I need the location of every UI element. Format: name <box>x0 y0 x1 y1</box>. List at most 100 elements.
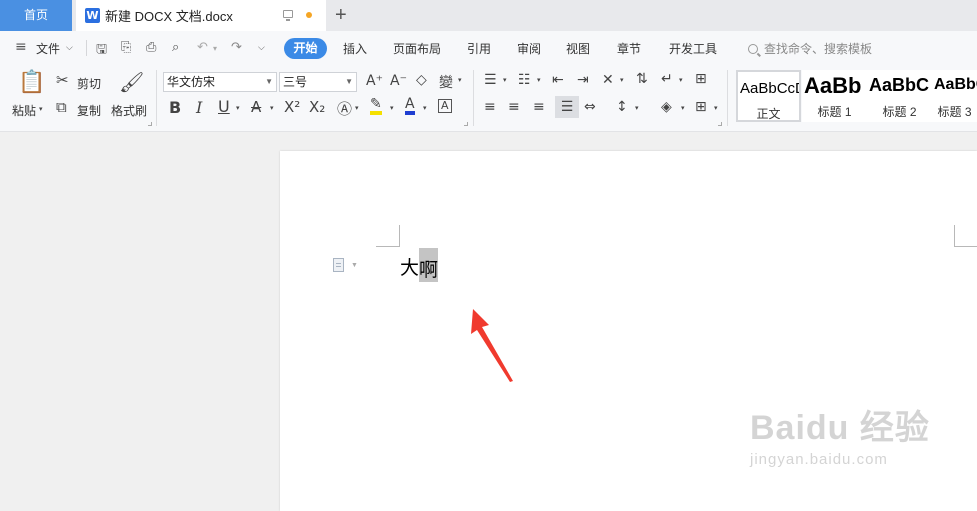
chevron-down-icon[interactable]: ▾ <box>355 104 359 112</box>
style-heading-1[interactable]: AaBb 标题 1 <box>802 70 867 122</box>
increase-indent-icon[interactable]: ⇥ <box>577 72 589 88</box>
style-heading-2[interactable]: AaBbC 标题 2 <box>867 70 932 122</box>
undo-dropdown-icon[interactable]: ▾ <box>213 44 217 53</box>
paste-button[interactable]: 粘贴 <box>12 102 36 119</box>
style-sample: AaBbC <box>934 76 977 93</box>
superscript-icon[interactable]: X² <box>284 98 300 116</box>
style-heading-3[interactable]: AaBbC 标题 3 <box>932 70 977 122</box>
style-sample: AaBbCcDd <box>740 80 799 97</box>
character-border-icon[interactable]: A <box>438 99 452 113</box>
decrease-indent-icon[interactable]: ⇤ <box>552 72 564 88</box>
strikethrough-icon[interactable]: A <box>251 98 261 116</box>
paragraph-handle-icon[interactable] <box>333 258 344 272</box>
phonetic-guide-icon[interactable]: 變 <box>439 72 453 92</box>
chevron-down-icon[interactable]: ▾ <box>537 76 541 84</box>
monitor-icon[interactable] <box>283 10 293 21</box>
tab-review[interactable]: 审阅 <box>517 40 541 57</box>
print-preview-icon[interactable]: ⌕ <box>172 40 179 55</box>
chevron-down-icon[interactable]: ▾ <box>714 104 718 112</box>
unsaved-dot-icon <box>306 12 312 18</box>
text-effects-icon[interactable]: Ⓐ <box>337 98 352 119</box>
tab-document[interactable]: W 新建 DOCX 文档.docx <box>76 0 326 31</box>
file-menu[interactable]: 文件 <box>36 40 60 57</box>
justify-icon[interactable]: ☰ <box>555 96 579 118</box>
bold-icon[interactable]: B <box>169 98 181 117</box>
font-name-select[interactable]: 华文仿宋 ▼ <box>163 72 277 92</box>
clipboard-expand-icon[interactable] <box>148 122 152 126</box>
document-body[interactable]: 大啊 <box>400 248 439 282</box>
align-left-icon[interactable]: ≡ <box>484 99 496 115</box>
shading-icon[interactable]: ◈ <box>661 99 672 115</box>
chevron-down-icon[interactable]: ▾ <box>679 76 683 84</box>
chevron-down-icon[interactable]: ▼ <box>351 262 358 269</box>
line-spacing-icon[interactable]: ↕ <box>616 99 628 115</box>
style-gallery: AaBbCcDd 正文 AaBb 标题 1 AaBbC 标题 2 AaBbC 标… <box>736 70 977 122</box>
chinese-layout-icon[interactable]: ✕ <box>602 72 614 88</box>
chevron-down-icon[interactable]: ▾ <box>270 104 274 112</box>
chevron-down-icon[interactable]: ▾ <box>390 104 394 112</box>
style-label: 标题 1 <box>817 105 852 119</box>
style-label: 标题 2 <box>882 105 917 119</box>
chevron-down-icon[interactable]: ▾ <box>635 104 639 112</box>
borders-icon[interactable]: ⊞ <box>695 99 707 115</box>
highlight-icon[interactable]: ✎ <box>370 97 382 115</box>
chevron-down-icon[interactable]: ▾ <box>681 104 685 112</box>
export-pdf-icon[interactable]: ⎘ <box>121 40 131 55</box>
shrink-font-icon[interactable]: A⁻ <box>390 73 407 89</box>
wps-writer-icon: W <box>85 8 100 23</box>
paragraph-expand-icon[interactable] <box>718 122 722 126</box>
chevron-down-icon[interactable]: ▾ <box>503 76 507 84</box>
bullet-list-icon[interactable]: ☰ <box>484 72 497 88</box>
tab-home[interactable]: 首页 <box>0 0 72 31</box>
table-grid-icon[interactable]: ⊞ <box>695 71 707 87</box>
cut-button[interactable]: 剪切 <box>77 75 101 92</box>
customize-toolbar-icon[interactable]: ⌵ <box>258 43 265 53</box>
undo-icon[interactable]: ↶ <box>197 40 208 55</box>
scissors-icon[interactable]: ✂ <box>56 71 69 89</box>
font-color-icon[interactable]: A <box>405 97 415 115</box>
menu-divider <box>86 40 87 56</box>
tab-developer[interactable]: 开发工具 <box>669 40 717 57</box>
sort-icon[interactable]: ⇅ <box>636 71 648 87</box>
hamburger-menu-icon[interactable]: ≡ <box>15 39 27 55</box>
tab-sections[interactable]: 章节 <box>617 40 641 57</box>
copy-button[interactable]: 复制 <box>77 102 101 119</box>
font-expand-icon[interactable] <box>464 122 468 126</box>
subscript-icon[interactable]: X₂ <box>309 98 325 116</box>
show-marks-icon[interactable]: ↵ <box>661 71 673 87</box>
tab-home-ribbon[interactable]: 开始 <box>284 38 327 59</box>
document-tab-title: 新建 DOCX 文档.docx <box>105 9 233 24</box>
underline-icon[interactable]: U <box>218 97 230 116</box>
chevron-down-icon[interactable]: ⌵ <box>66 43 73 53</box>
margin-corner-mark <box>376 225 400 247</box>
font-size-select[interactable]: 三号 ▼ <box>279 72 357 92</box>
chevron-down-icon[interactable]: ▾ <box>423 104 427 112</box>
align-center-icon[interactable]: ≡ <box>508 99 520 115</box>
chevron-down-icon[interactable]: ▾ <box>458 76 462 84</box>
copy-icon[interactable]: ⧉ <box>56 98 67 116</box>
clear-format-icon[interactable]: ◇ <box>416 72 427 88</box>
grow-font-icon[interactable]: A⁺ <box>366 73 383 89</box>
paste-icon[interactable]: 📋 <box>18 70 45 95</box>
chevron-down-icon[interactable]: ▾ <box>236 104 240 112</box>
redo-icon[interactable]: ↷ <box>231 40 242 55</box>
format-painter-icon[interactable]: 🖌 <box>119 70 144 94</box>
style-normal[interactable]: AaBbCcDd 正文 <box>736 70 801 122</box>
paste-dropdown-icon[interactable]: ▾ <box>39 105 43 113</box>
numbered-list-icon[interactable]: ☷ <box>518 72 531 88</box>
new-tab-button[interactable]: + <box>335 3 347 27</box>
tab-page-layout[interactable]: 页面布局 <box>393 40 441 57</box>
tab-references[interactable]: 引用 <box>467 40 491 57</box>
print-icon[interactable]: ⎙ <box>146 40 156 55</box>
distributed-icon[interactable]: ⇔ <box>584 99 596 115</box>
save-icon[interactable]: 🖫 <box>96 40 107 62</box>
search-icon <box>748 43 758 54</box>
command-search[interactable]: 查找命令、搜索模板 <box>748 40 872 57</box>
italic-icon[interactable]: I <box>196 98 202 117</box>
chevron-down-icon[interactable]: ▾ <box>620 76 624 84</box>
format-painter-button[interactable]: 格式刷 <box>111 102 147 119</box>
tab-insert[interactable]: 插入 <box>343 40 367 57</box>
tab-view[interactable]: 视图 <box>566 40 590 57</box>
font-name-value: 华文仿宋 <box>167 75 216 89</box>
align-right-icon[interactable]: ≡ <box>533 99 545 115</box>
